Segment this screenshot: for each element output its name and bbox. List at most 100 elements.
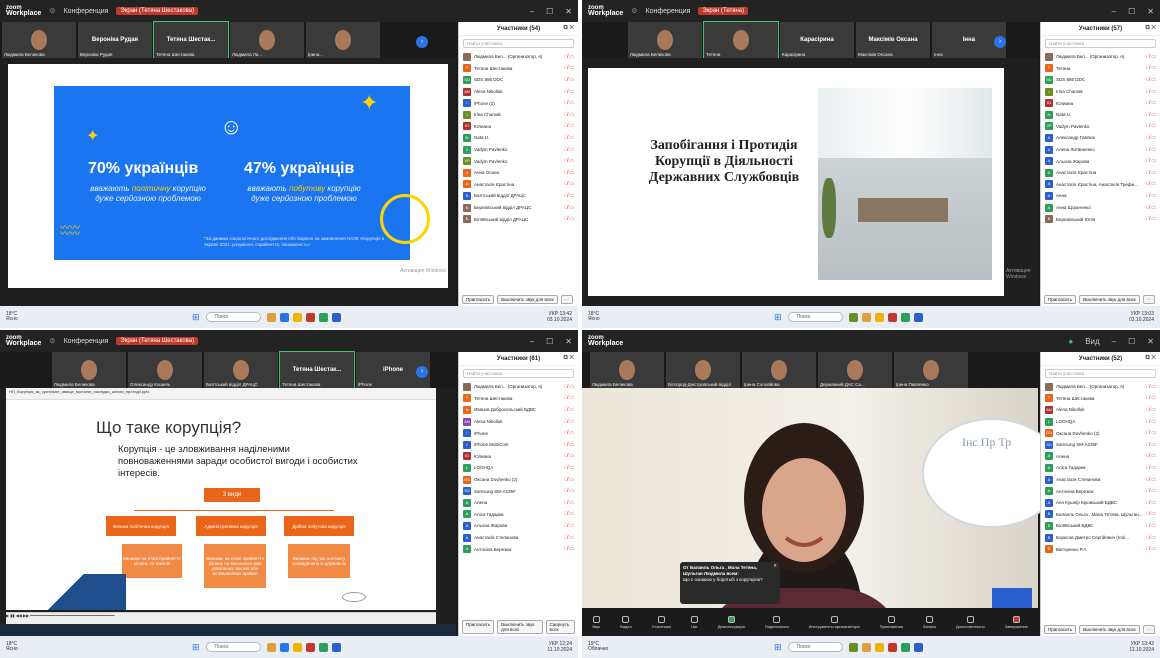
participant-row[interactable]: i iPhone (2) 🎙̸ ▭	[459, 97, 578, 109]
participant-row[interactable]: Т Тетяна Шестакова 🎙̸ ▭	[1041, 393, 1160, 405]
share-indicator[interactable]: Экран (Тетяна Шестакова)	[116, 7, 199, 15]
host-tools-button[interactable]: Инструменты организатора	[809, 615, 860, 629]
participant-row[interactable]: Б Біляївський БДВС 🎙̸ ▭	[1041, 520, 1160, 532]
participant-search[interactable]: Найти участника	[1045, 369, 1156, 378]
muted-mic-icon[interactable]: 🎙̸ ▭	[564, 158, 574, 164]
weather-widget[interactable]: 18°C Ясно	[6, 642, 36, 652]
video-tile[interactable]: Людмила Беликова	[2, 22, 76, 58]
participant-row[interactable]: Б Борисов Дмитро Сергійович (Іллі... 🎙̸ ▭	[1041, 532, 1160, 544]
participant-row[interactable]: А Антоніна Березюк 🎙̸ ▭	[1041, 485, 1160, 497]
muted-mic-icon[interactable]: 🎙̸ ▭	[564, 181, 574, 187]
video-tile[interactable]: Людмила Беликова	[628, 22, 702, 58]
app-icon[interactable]	[305, 642, 315, 652]
store-icon[interactable]	[279, 642, 289, 652]
participant-row[interactable]: AN Alena Nikolluk 🎙̸ ▭	[459, 86, 578, 98]
muted-mic-icon[interactable]: 🎙̸ ▭	[564, 216, 574, 222]
muted-mic-icon[interactable]: 🎙̸ ▭	[1146, 395, 1156, 401]
muted-mic-icon[interactable]: 🎙̸ ▭	[1146, 488, 1156, 494]
participant-search[interactable]: Найти участника	[1045, 39, 1156, 48]
video-tile[interactable]: Людмила Беликова	[590, 352, 664, 388]
invite-button[interactable]: Пригласить	[462, 620, 495, 634]
muted-mic-icon[interactable]: 🎙̸ ▭	[1146, 511, 1156, 517]
muted-mic-icon[interactable]: 🎙̸ ▭	[564, 546, 574, 552]
share-indicator[interactable]: Экран (Тетяна Шестакова)	[116, 337, 199, 345]
muted-mic-icon[interactable]: 🎙̸ ▭	[564, 465, 574, 471]
participant-row[interactable]: А Анн Кушнір Кіровський БДВС 🎙̸ ▭	[1041, 497, 1160, 509]
muted-mic-icon[interactable]: 🎙̸ ▭	[1146, 170, 1156, 176]
participant-row[interactable]: Ю Юлиана 🎙̸ ▭	[459, 451, 578, 463]
zoom-icon[interactable]	[913, 312, 923, 322]
chrome-icon[interactable]	[900, 312, 910, 322]
participant-row[interactable]: SS Samsung SM-A235F 🎙̸ ▭	[459, 485, 578, 497]
participant-row[interactable]: А Алена 🎙̸ ▭	[1041, 451, 1160, 463]
muted-mic-icon[interactable]: 🎙̸ ▭	[564, 65, 574, 71]
participant-row[interactable]: i iPhone MobiCom 🎙̸ ▭	[459, 439, 578, 451]
muted-mic-icon[interactable]: 🎙̸ ▭	[1146, 407, 1156, 413]
video-tile[interactable]: Максімів Оксана Максімів Оксана	[856, 22, 930, 58]
collapse-all-button[interactable]: Свернуть всех	[545, 620, 575, 634]
participant-row[interactable]: А Анастасія Єрастіна, Анастасія Трефи... 🎙…	[1041, 179, 1160, 191]
video-tile[interactable]: Ірина Соловйова	[742, 352, 816, 388]
muted-mic-icon[interactable]: 🎙̸ ▭	[1146, 500, 1156, 506]
minimize-icon[interactable]: –	[530, 7, 534, 16]
participant-row[interactable]: А Альона Жарова 🎙̸ ▭	[459, 520, 578, 532]
app-icon[interactable]	[887, 312, 897, 322]
end-button[interactable]: Завершение	[1005, 615, 1028, 629]
more-button[interactable]: ···	[1142, 295, 1156, 304]
participant-row[interactable]: Т Тетяна Шестакова 🎙̸ ▭	[459, 63, 578, 75]
more-button[interactable]: ···	[560, 295, 574, 304]
participant-row[interactable]: А Алена Литвиненко 🎙̸ ▭	[1041, 144, 1160, 156]
participant-row[interactable]: А Анастасія Єрастіна 🎙̸ ▭	[459, 179, 578, 191]
participant-row[interactable]: I Irina Chumak 🎙̸ ▭	[1041, 86, 1160, 98]
muted-mic-icon[interactable]: 🎙̸ ▭	[564, 442, 574, 448]
minimize-icon[interactable]: –	[1112, 7, 1116, 16]
maximize-icon[interactable]: ☐	[1128, 337, 1135, 346]
participant-row[interactable]: Людмила Бел... (Организатор, я) 🎙̸ ▭	[1041, 51, 1160, 63]
close-icon[interactable]: ✕	[773, 563, 777, 569]
muted-mic-icon[interactable]: 🎙̸ ▭	[1146, 135, 1156, 141]
participant-row[interactable]: А Анастасія Степанова 🎙̸ ▭	[1041, 474, 1160, 486]
mute-all-button[interactable]: Выключить звук для всех	[497, 295, 558, 304]
video-tile-active[interactable]: Тетяна	[703, 21, 779, 59]
participant-row[interactable]: N Nata U. 🎙̸ ▭	[1041, 109, 1160, 121]
popout-icon[interactable]: ⧉ ✕	[1145, 355, 1156, 362]
muted-mic-icon[interactable]: 🎙̸ ▭	[564, 77, 574, 83]
close-icon[interactable]: ✕	[1147, 7, 1154, 16]
video-button[interactable]: Видео	[620, 615, 632, 629]
participant-row[interactable]: VP Vadym Pavlenko 🎙̸ ▭	[1041, 121, 1160, 133]
participant-row[interactable]: Б Балтський відділ ДРАЦС 🎙̸ ▭	[459, 190, 578, 202]
record-button[interactable]: Запись	[923, 615, 936, 629]
muted-mic-icon[interactable]: 🎙̸ ▭	[1146, 77, 1156, 83]
folder-icon[interactable]	[874, 642, 884, 652]
maximize-icon[interactable]: ☐	[546, 337, 553, 346]
zoom-icon[interactable]	[331, 312, 341, 322]
participant-search[interactable]: Найти участника	[463, 369, 574, 378]
video-tile-active[interactable]: Тетяна Шестак... Тетяна Шестакова	[279, 351, 355, 389]
zoom-icon[interactable]	[331, 642, 341, 652]
muted-mic-icon[interactable]: 🎙̸ ▭	[564, 453, 574, 459]
chat-toast[interactable]: ✕ От Баланль Ольга , Мала Тетяна, Шульга…	[680, 562, 780, 604]
mute-all-button[interactable]: Выключить звук для всех	[1079, 625, 1140, 634]
muted-mic-icon[interactable]: 🎙̸ ▭	[1146, 384, 1156, 390]
muted-mic-icon[interactable]: 🎙̸ ▭	[564, 477, 574, 483]
share-button[interactable]: Демонстрация	[718, 615, 745, 629]
store-icon[interactable]	[279, 312, 289, 322]
muted-mic-icon[interactable]: 🎙̸ ▭	[1146, 147, 1156, 153]
participant-row[interactable]: L LOOHQA 🎙̸ ▭	[459, 462, 578, 474]
video-tile[interactable]: Ірина...	[306, 22, 380, 58]
windows-start-icon[interactable]: ⊞	[774, 312, 782, 323]
participant-row[interactable]: А Аліса Гадарик 🎙̸ ▭	[459, 509, 578, 521]
muted-mic-icon[interactable]: 🎙̸ ▭	[1146, 523, 1156, 529]
invite-button[interactable]: Пригласить	[1044, 625, 1077, 634]
taskbar-search[interactable]: Поиск	[787, 642, 843, 652]
participant-row[interactable]: OD Оксана Dovhenko (2) 🎙̸ ▭	[459, 474, 578, 486]
explorer-icon[interactable]	[861, 312, 871, 322]
muted-mic-icon[interactable]: 🎙̸ ▭	[1146, 442, 1156, 448]
participant-row[interactable]: А Аліса Гадарик 🎙̸ ▭	[1041, 462, 1160, 474]
weather-widget[interactable]: 19°C Облачно	[588, 642, 618, 652]
participant-row[interactable]: А Алена 🎙̸ ▭	[459, 497, 578, 509]
video-tile[interactable]: Олександр Кошель	[128, 352, 202, 388]
participant-row[interactable]: А Анна Осина 🎙̸ ▭	[459, 167, 578, 179]
popout-icon[interactable]: ⧉ ✕	[1145, 25, 1156, 32]
participants-button[interactable]: Участники	[652, 615, 671, 629]
